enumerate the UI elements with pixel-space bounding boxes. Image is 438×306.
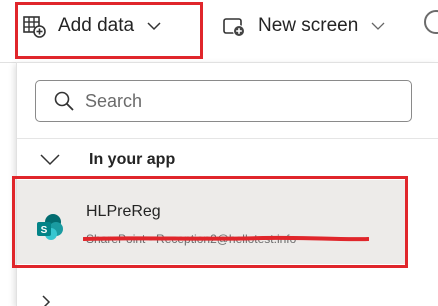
search-icon — [53, 90, 75, 112]
chevron-right-icon[interactable] — [39, 295, 53, 306]
annotation-highlight-add-data — [15, 2, 203, 59]
search-box[interactable] — [35, 80, 412, 122]
new-screen-icon — [222, 14, 246, 38]
new-screen-button[interactable]: New screen — [222, 6, 386, 46]
in-your-app-section-toggle[interactable]: In your app — [39, 145, 175, 175]
search-input[interactable] — [85, 90, 385, 112]
section-label: In your app — [89, 151, 176, 168]
new-screen-label: New screen — [258, 15, 359, 36]
chevron-down-icon — [370, 18, 386, 34]
theme-icon[interactable] — [424, 10, 438, 34]
divider — [0, 62, 16, 63]
chevron-down-icon — [39, 152, 61, 168]
annotation-highlight-data-source — [12, 176, 408, 268]
divider — [17, 138, 438, 139]
